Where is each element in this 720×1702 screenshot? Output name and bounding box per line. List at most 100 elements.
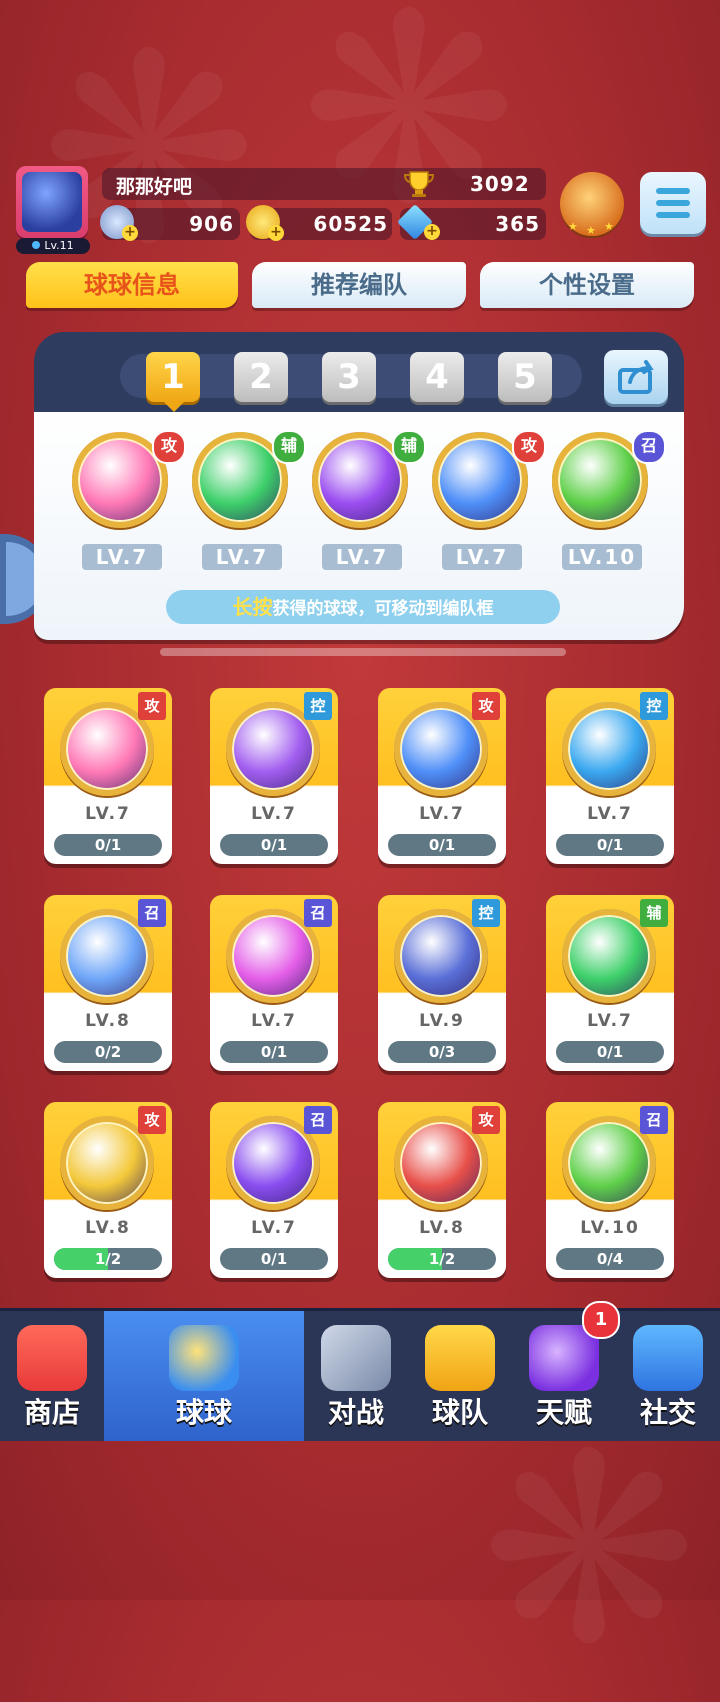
avatar[interactable] <box>16 166 88 238</box>
ball-card[interactable]: 召 LV.7 0/1 <box>210 1102 338 1278</box>
nav-chat-heart[interactable]: 社交 <box>616 1311 720 1441</box>
progress-text: 0/3 <box>428 1043 456 1061</box>
ball-level: LV.7 <box>251 1218 297 1238</box>
rank-medal-icon[interactable]: ★ ★ ★ <box>560 172 624 237</box>
team-ball-type-tag: 攻 <box>512 430 546 464</box>
ball-type-tag: 攻 <box>138 692 166 720</box>
team-slot-4[interactable]: 4 <box>410 352 464 402</box>
team-slot-2[interactable]: 2 <box>234 352 288 402</box>
ball-card[interactable]: 攻 LV.7 0/1 <box>378 688 506 864</box>
team-ball-level: LV.7 <box>322 544 402 570</box>
ball-type-tag: 攻 <box>472 692 500 720</box>
progress-text: 1/2 <box>94 1250 122 1268</box>
bottom-nav: 商店 球球 对战 球队 1 天赋 社交 <box>0 1301 720 1441</box>
progress-text: 0/1 <box>596 1043 624 1061</box>
ball-type-tag: 控 <box>304 692 332 720</box>
gem-value: 365 <box>495 212 540 236</box>
ball-upgrade-progress: 0/1 <box>388 834 496 856</box>
ball-level: LV.8 <box>419 1218 465 1238</box>
ball-level: LV.7 <box>251 804 297 824</box>
ball-card[interactable]: 召 LV.7 0/1 <box>210 895 338 1071</box>
ball-upgrade-progress: 0/1 <box>54 834 162 856</box>
ball-type-tag: 控 <box>472 899 500 927</box>
hint-highlight: 长按 <box>232 595 273 619</box>
gold-value: 60525 <box>313 212 388 236</box>
progress-text: 0/1 <box>428 836 456 854</box>
nav-label: 天赋 <box>535 1396 592 1429</box>
ball-card[interactable]: 控 LV.7 0/1 <box>210 688 338 864</box>
background-motif: ❋ <box>40 0 258 302</box>
stamina-value: 906 <box>189 212 234 236</box>
ball-card[interactable]: 控 LV.7 0/1 <box>546 688 674 864</box>
ball-type-tag: 召 <box>640 1106 668 1134</box>
tab-personal-settings[interactable]: 个性设置 <box>480 262 694 308</box>
player-name: 那那好吧 <box>116 176 193 198</box>
progress-text: 0/1 <box>260 836 288 854</box>
ball-upgrade-progress: 0/2 <box>54 1041 162 1063</box>
team-ball-level: LV.7 <box>442 544 522 570</box>
ball-type-tag: 攻 <box>138 1106 166 1134</box>
green-arrow-ball <box>220 460 260 500</box>
panel-divider <box>160 648 566 656</box>
ball-level: LV.7 <box>85 804 131 824</box>
tab-ball-info[interactable]: 球球信息 <box>26 262 238 308</box>
team-ball-type-tag: 辅 <box>392 430 426 464</box>
balls-icon <box>169 1325 239 1391</box>
share-icon[interactable] <box>604 350 668 404</box>
tab-recommended-team[interactable]: 推荐编队 <box>252 262 466 308</box>
progress-text: 1/2 <box>428 1250 456 1268</box>
team-ball-type-tag: 辅 <box>272 430 306 464</box>
gold-coin-icon[interactable]: + <box>246 205 284 241</box>
team-slot-1[interactable]: 1 <box>146 352 200 402</box>
team-slot-3[interactable]: 3 <box>322 352 376 402</box>
progress-text: 0/1 <box>94 836 122 854</box>
nav-label: 社交 <box>639 1396 696 1429</box>
trophy-icon <box>402 170 436 198</box>
nav-whistle[interactable]: 球队 <box>408 1311 512 1441</box>
ball-upgrade-progress: 0/1 <box>220 1248 328 1270</box>
nav-talent-orb[interactable]: 1 天赋 <box>512 1301 620 1441</box>
add-gems-icon[interactable]: + <box>424 224 440 240</box>
ball-level: LV.7 <box>587 1011 633 1031</box>
ball-level: LV.8 <box>85 1011 131 1031</box>
ball-upgrade-progress: 0/1 <box>556 834 664 856</box>
progress-text: 0/1 <box>260 1250 288 1268</box>
ball-upgrade-progress: 1/2 <box>54 1248 162 1270</box>
ball-upgrade-progress: 0/1 <box>556 1041 664 1063</box>
menu-icon[interactable] <box>640 172 706 234</box>
nav-balls[interactable]: 球球 <box>104 1311 304 1441</box>
ball-level: LV.9 <box>419 1011 465 1031</box>
ball-upgrade-progress: 0/4 <box>556 1248 664 1270</box>
blue-vortex-ball <box>460 460 500 500</box>
ball-type-tag: 召 <box>304 899 332 927</box>
player-level-badge: Lv.11 <box>16 238 90 254</box>
hint-text: 获得的球球，可移动到编队框 <box>272 599 494 619</box>
nav-label: 球球 <box>175 1396 232 1429</box>
team-ball-level: LV.10 <box>562 544 642 570</box>
progress-text: 0/4 <box>596 1250 624 1268</box>
ball-level: LV.7 <box>587 804 633 824</box>
stamina-icon[interactable]: + <box>100 205 138 241</box>
nav-shop[interactable]: 商店 <box>0 1311 104 1441</box>
team-ball-level: LV.7 <box>202 544 282 570</box>
team-ball-type-tag: 召 <box>632 430 666 464</box>
purple-leaf-ball <box>340 460 380 500</box>
nav-label: 商店 <box>23 1396 80 1429</box>
ball-card[interactable]: 攻 LV.8 1/2 <box>378 1102 506 1278</box>
whistle-icon <box>425 1325 495 1391</box>
ball-level: LV.7 <box>419 804 465 824</box>
ball-card[interactable]: 召 LV.10 0/4 <box>546 1102 674 1278</box>
ball-type-tag: 辅 <box>640 899 668 927</box>
team-slot-5[interactable]: 5 <box>498 352 552 402</box>
ball-upgrade-progress: 1/2 <box>388 1248 496 1270</box>
nav-crossed-swords[interactable]: 对战 <box>304 1311 408 1441</box>
ball-card[interactable]: 辅 LV.7 0/1 <box>546 895 674 1071</box>
ball-upgrade-progress: 0/1 <box>220 834 328 856</box>
ball-card[interactable]: 控 LV.9 0/3 <box>378 895 506 1071</box>
green-star-ball <box>580 460 620 500</box>
ball-card[interactable]: 攻 LV.7 0/1 <box>44 688 172 864</box>
ball-type-tag: 召 <box>138 899 166 927</box>
ball-card[interactable]: 攻 LV.8 1/2 <box>44 1102 172 1278</box>
ball-level: LV.8 <box>85 1218 131 1238</box>
ball-card[interactable]: 召 LV.8 0/2 <box>44 895 172 1071</box>
